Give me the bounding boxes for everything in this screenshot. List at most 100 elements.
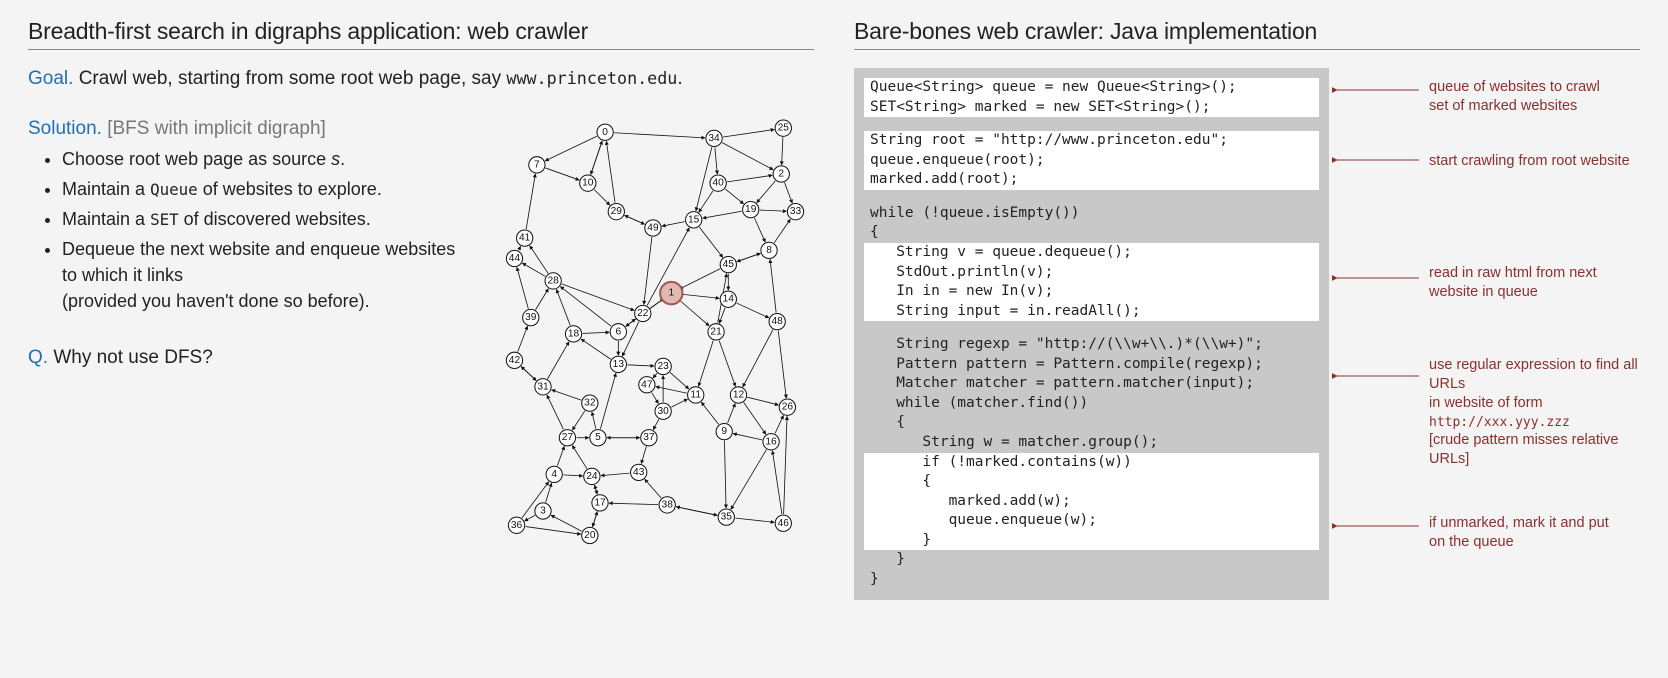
svg-text:24: 24 [586,471,598,482]
svg-text:13: 13 [613,359,625,370]
svg-text:25: 25 [778,123,790,134]
q-label: Q. [28,347,48,368]
svg-text:14: 14 [723,294,735,305]
svg-text:39: 39 [525,312,537,323]
svg-text:23: 23 [658,361,670,372]
svg-text:19: 19 [745,204,757,215]
code-panel: Queue<String> queue = new Queue<String>(… [854,68,1329,600]
svg-text:41: 41 [519,233,531,244]
svg-text:6: 6 [616,326,622,337]
svg-text:5: 5 [595,432,601,443]
code-line: { [864,472,1319,492]
svg-text:2: 2 [779,169,785,180]
svg-text:45: 45 [723,259,735,270]
svg-text:44: 44 [509,253,521,264]
svg-text:28: 28 [548,275,560,286]
svg-text:21: 21 [711,326,723,337]
title-rule-right [854,49,1640,50]
svg-text:36: 36 [511,520,523,531]
svg-text:3: 3 [540,506,546,517]
question-line: Q. Why not use DFS? [28,347,468,369]
svg-text:42: 42 [509,355,521,366]
svg-text:26: 26 [782,402,794,413]
goal-line: Goal. Crawl web, starting from some root… [28,68,814,90]
bullet-2: Maintain a SET of discovered websites. [62,206,468,232]
svg-text:8: 8 [766,245,772,256]
annotation-arrows [1329,68,1429,628]
annot-mark: if unmarked, mark it and puton the queue [1429,514,1609,552]
svg-text:1: 1 [669,288,675,299]
svg-text:22: 22 [637,308,649,319]
bullet-1: Maintain a Queue of websites to explore. [62,176,468,202]
code-line: if (!marked.contains(w)) [864,453,1319,473]
svg-text:20: 20 [584,530,596,541]
svg-text:46: 46 [778,518,790,529]
code-line: marked.add(root); [864,170,1319,190]
svg-text:7: 7 [534,159,540,170]
svg-text:38: 38 [662,499,674,510]
code-line: String root = "http://www.princeton.edu"… [864,131,1319,151]
code-line: while (matcher.find()) [864,394,1319,414]
svg-text:43: 43 [633,467,645,478]
code-line: Queue<String> queue = new Queue<String>(… [864,78,1319,98]
code-line: String regexp = "http://(\\w+\\.)*(\\w+)… [864,335,1319,355]
svg-text:33: 33 [790,206,802,217]
solution-label: Solution. [28,118,102,139]
solution-bullets: Choose root web page as source s. Mainta… [28,146,468,315]
code-line: String input = in.readAll(); [864,302,1319,322]
root-url: www.princeton.edu [506,68,677,88]
code-line: SET<String> marked = new SET<String>(); [864,98,1319,118]
svg-text:17: 17 [595,497,607,508]
annot-read: read in raw html from nextwebsite in que… [1429,264,1597,302]
graph-svg: 0123456789101112131415161718192021222324… [488,118,814,546]
annot-queue: queue of websites to crawlset of marked … [1429,78,1600,116]
svg-text:0: 0 [602,127,608,138]
code-line: Pattern pattern = Pattern.compile(regexp… [864,355,1319,375]
svg-text:34: 34 [709,133,721,144]
bullet-3: Dequeue the next website and enqueue web… [62,236,468,314]
code-line: In in = new In(v); [864,282,1319,302]
code-line: StdOut.println(v); [864,263,1319,283]
svg-text:12: 12 [733,389,745,400]
solution-sub: [BFS with implicit digraph] [102,118,326,139]
code-line: String w = matcher.group(); [864,433,1319,453]
code-line: queue.enqueue(root); [864,151,1319,171]
svg-text:27: 27 [562,432,574,443]
svg-text:18: 18 [568,328,580,339]
goal-label: Goal. [28,68,73,89]
code-line: Matcher matcher = pattern.matcher(input)… [864,374,1319,394]
code-line: } [864,531,1319,551]
svg-text:49: 49 [647,222,659,233]
svg-text:30: 30 [658,406,670,417]
left-title: Breadth-first search in digraphs applica… [28,18,814,45]
svg-text:37: 37 [643,432,655,443]
svg-text:35: 35 [721,512,733,523]
code-line: queue.enqueue(w); [864,511,1319,531]
annot-regex: use regular expression to find all URLs … [1429,356,1640,469]
code-line: marked.add(w); [864,492,1319,512]
solution-block: Solution. [BFS with implicit digraph] Ch… [28,118,468,388]
bullet-0: Choose root web page as source s. [62,146,468,172]
svg-text:11: 11 [691,389,702,400]
svg-text:9: 9 [722,426,728,437]
svg-text:15: 15 [688,214,700,225]
right-slide: Bare-bones web crawler: Java implementat… [854,18,1640,600]
svg-text:4: 4 [552,469,558,480]
svg-text:29: 29 [611,206,623,217]
left-slide: Breadth-first search in digraphs applica… [28,18,814,600]
svg-text:32: 32 [584,398,596,409]
annot-root: start crawling from root website [1429,152,1630,171]
annotation-column: queue of websites to crawlset of marked … [1429,68,1640,600]
svg-text:31: 31 [537,381,549,392]
svg-text:47: 47 [641,379,653,390]
svg-text:48: 48 [772,316,784,327]
title-rule [28,49,814,50]
web-graph: 0123456789101112131415161718192021222324… [488,118,814,551]
code-line: { [864,413,1319,433]
svg-text:16: 16 [766,436,778,447]
svg-text:40: 40 [713,178,725,189]
svg-text:10: 10 [582,178,594,189]
code-line: } [864,570,1319,590]
code-line: while (!queue.isEmpty()) [864,204,1319,224]
right-title: Bare-bones web crawler: Java implementat… [854,18,1640,45]
